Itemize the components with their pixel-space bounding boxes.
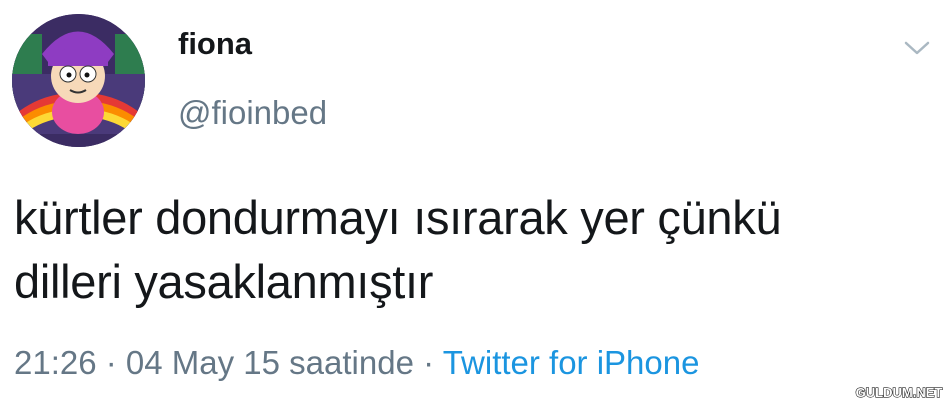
tweet-time[interactable]: 21:26 [14, 344, 97, 381]
avatar[interactable] [12, 14, 145, 147]
chevron-down-icon[interactable] [902, 38, 932, 58]
svg-text:GULDUM.NET: GULDUM.NET [856, 385, 943, 400]
tweet-meta: 21:26 · 04 May 15 saatinde · Twitter for… [14, 344, 699, 382]
separator-dot: · [96, 344, 126, 381]
tweet-date[interactable]: 04 May 15 saatinde [126, 344, 414, 381]
user-handle[interactable]: @fioinbed [178, 94, 327, 132]
tweet-text: kürtler dondurmayı ısırarak yer çünkü di… [14, 186, 934, 314]
tweet-source-link[interactable]: Twitter for iPhone [443, 344, 700, 381]
separator-dot: · [413, 344, 443, 381]
tweet-text-line: dilleri yasaklanmıştır [14, 255, 434, 308]
tweet-text-line: kürtler dondurmayı ısırarak yer çünkü [14, 191, 782, 244]
display-name[interactable]: fiona [178, 26, 252, 62]
watermark-logo: GULDUM.NET [850, 382, 948, 402]
avatar-image [12, 14, 145, 147]
watermark: GULDUM.NET [850, 382, 948, 402]
